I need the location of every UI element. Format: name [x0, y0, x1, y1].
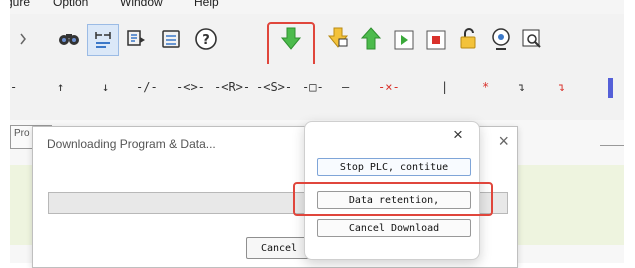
stop-icon[interactable] — [423, 27, 449, 53]
cancel-download-button[interactable]: Cancel Download — [317, 219, 471, 237]
toolbar-accent-bar — [608, 78, 613, 98]
menu-option[interactable]: Option — [53, 0, 88, 9]
reset-coil-icon[interactable]: -<R>- — [214, 80, 250, 94]
chevron-right-icon[interactable] — [10, 26, 36, 52]
menubar: gure Option Window Help — [10, 0, 624, 14]
function-block-icon[interactable]: -□- — [302, 80, 324, 94]
main-toolbar: ? — [10, 14, 624, 64]
upload-lock-icon[interactable] — [325, 26, 351, 52]
help-icon[interactable]: ? — [193, 26, 219, 52]
menu-window[interactable]: Window — [120, 0, 163, 9]
delete-vertical-icon[interactable]: * — [482, 80, 489, 94]
unlock-icon[interactable] — [456, 26, 482, 52]
run-icon[interactable] — [391, 27, 417, 53]
ladder-comment-icon[interactable] — [87, 24, 119, 56]
print-preview-icon[interactable] — [158, 26, 184, 52]
dialog-title: Downloading Program & Data... — [47, 137, 216, 151]
workspace-rail — [600, 145, 624, 146]
menu-configure[interactable]: gure — [10, 0, 30, 9]
overview-icon[interactable] — [519, 26, 545, 52]
cancel-button[interactable]: Cancel — [246, 237, 312, 259]
coil-icon[interactable]: -<>- — [176, 80, 205, 94]
ladder-symbol-dash[interactable]: - — [10, 80, 17, 94]
svg-text:?: ? — [202, 33, 210, 48]
popup-close-icon[interactable]: × — [453, 125, 463, 145]
delete-line-icon[interactable]: -×- — [378, 80, 400, 94]
menu-help[interactable]: Help — [194, 0, 219, 9]
dialog-icon[interactable] — [123, 26, 149, 52]
monitor-icon[interactable] — [488, 26, 514, 52]
stop-plc-continue-button[interactable]: Stop PLC, contitue — [317, 158, 471, 176]
set-coil-icon[interactable]: -<S>- — [256, 80, 292, 94]
vertical-line-icon[interactable]: | — [441, 80, 448, 94]
ladder-toolbar: - ↑ ↓ -/- -<>- -<R>- -<S>- -□- — -×- | *… — [10, 64, 624, 121]
data-retention-highlight — [293, 182, 493, 216]
normally-closed-contact-icon[interactable]: -/- — [136, 80, 158, 94]
dialog-close-icon[interactable]: × — [498, 131, 509, 152]
up-arrow-icon[interactable]: ↑ — [57, 80, 64, 94]
horizontal-line-icon[interactable]: — — [342, 80, 349, 94]
branch-down-icon[interactable]: ↴ — [518, 80, 525, 94]
upload-icon[interactable] — [358, 26, 384, 52]
find-icon[interactable] — [56, 26, 82, 52]
delete-branch-icon[interactable]: ↴ — [558, 80, 565, 94]
down-arrow-icon[interactable]: ↓ — [102, 80, 109, 94]
